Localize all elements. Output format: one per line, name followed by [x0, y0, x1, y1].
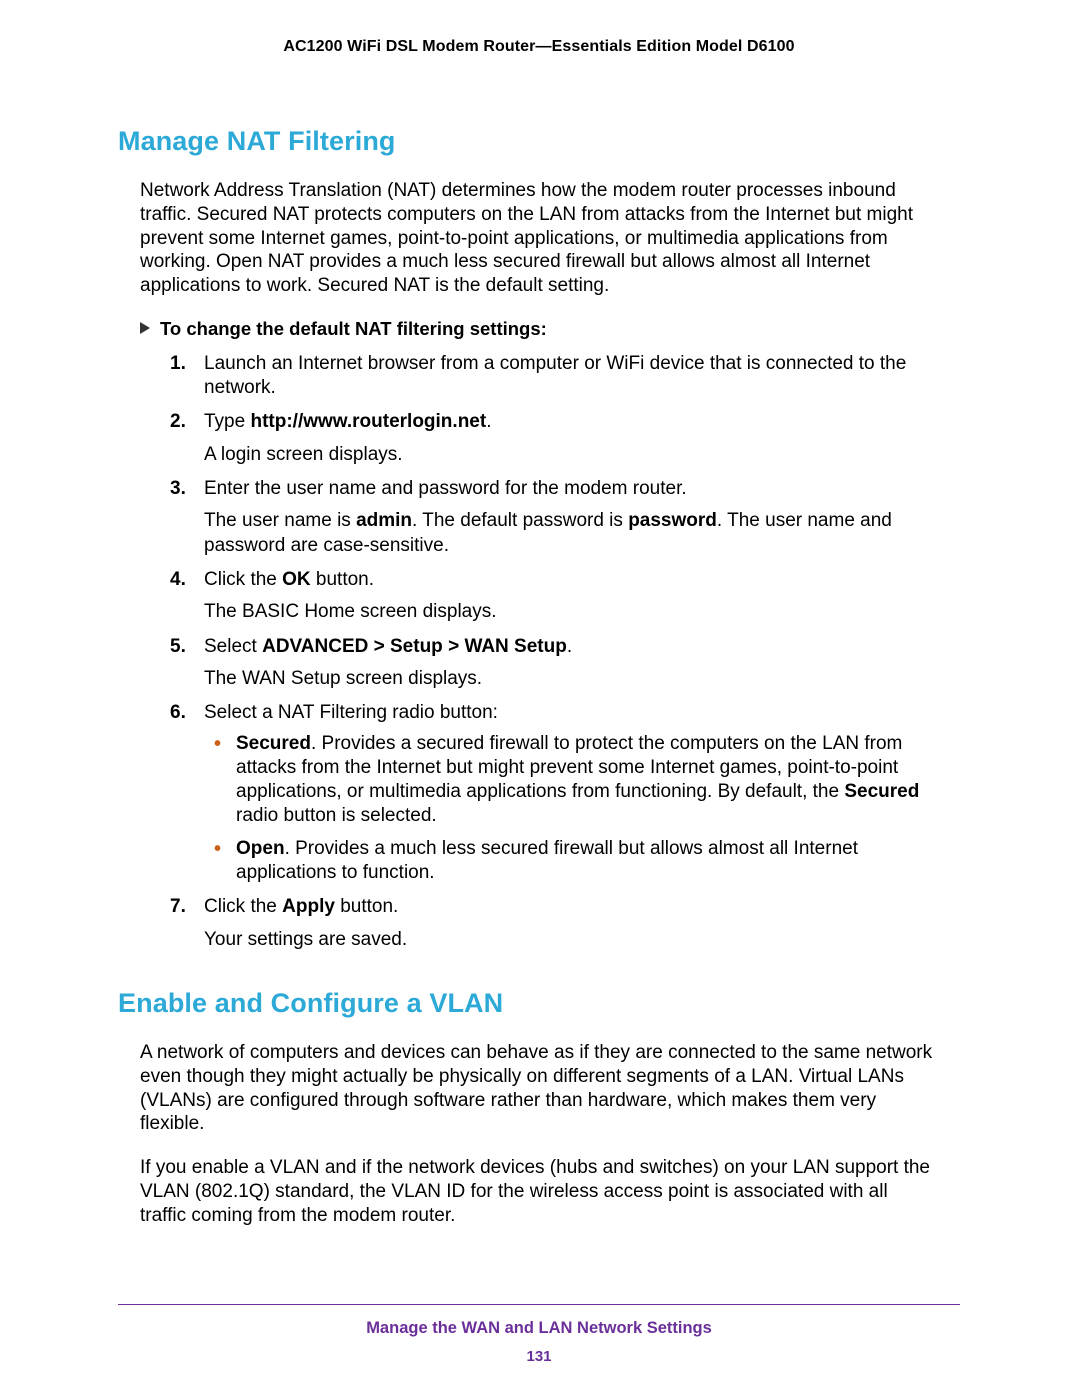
step-result: The user name is admin. The default pass… — [204, 509, 938, 558]
text-bold: password — [628, 510, 717, 531]
intro-paragraph: Network Address Translation (NAT) determ… — [140, 179, 938, 298]
step-3: Enter the user name and password for the… — [170, 477, 938, 558]
text: The user name is — [204, 510, 356, 531]
text: button. — [311, 569, 374, 590]
step-4: Click the OK button. The BASIC Home scre… — [170, 568, 938, 625]
option-text: . Provides a much less secured firewall … — [236, 838, 858, 883]
step-text: Launch an Internet browser from a comput… — [204, 353, 906, 398]
document-header: AC1200 WiFi DSL Modem Router—Essentials … — [118, 38, 960, 56]
text-bold: admin — [356, 510, 412, 531]
step-text: Select a NAT Filtering radio button: — [204, 702, 498, 723]
text: . The default password is — [412, 510, 628, 531]
footer-content: Manage the WAN and LAN Network Settings … — [118, 1319, 960, 1365]
procedure-heading: To change the default NAT filtering sett… — [140, 318, 960, 340]
footer-page-number: 131 — [118, 1348, 960, 1365]
text: Type — [204, 411, 250, 432]
step-text: Click the OK button. — [204, 569, 374, 590]
step-result: The WAN Setup screen displays. — [204, 667, 938, 691]
option-list: Secured. Provides a secured firewall to … — [208, 732, 938, 886]
page-footer: Manage the WAN and LAN Network Settings … — [118, 1304, 960, 1365]
step-text: Click the Apply button. — [204, 896, 398, 917]
footer-chapter-title: Manage the WAN and LAN Network Settings — [118, 1319, 960, 1338]
chevron-right-icon — [140, 322, 150, 334]
text: Click the — [204, 569, 282, 590]
option-open: Open. Provides a much less secured firew… — [208, 837, 938, 886]
url-text: http://www.routerlogin.net — [250, 411, 486, 432]
text-bold: Secured — [844, 781, 919, 802]
step-5: Select ADVANCED > Setup > WAN Setup. The… — [170, 635, 938, 692]
text: Click the — [204, 896, 282, 917]
step-6: Select a NAT Filtering radio button: Sec… — [170, 701, 938, 885]
step-text: Type http://www.routerlogin.net. — [204, 411, 491, 432]
vlan-paragraph-1: A network of computers and devices can b… — [140, 1041, 938, 1136]
step-result: The BASIC Home screen displays. — [204, 600, 938, 624]
option-label: Secured — [236, 733, 311, 754]
step-7: Click the Apply button. Your settings ar… — [170, 895, 938, 952]
option-text: radio button is selected. — [236, 805, 437, 826]
text: . — [486, 411, 491, 432]
section-heading-vlan: Enable and Configure a VLAN — [118, 988, 960, 1019]
option-label: Open — [236, 838, 285, 859]
text: . — [567, 636, 572, 657]
step-result: Your settings are saved. — [204, 928, 938, 952]
document-page: AC1200 WiFi DSL Modem Router—Essentials … — [0, 0, 1080, 1397]
footer-rule — [118, 1304, 960, 1305]
text-bold: Apply — [282, 896, 335, 917]
step-text: Enter the user name and password for the… — [204, 478, 687, 499]
text-bold: OK — [282, 569, 311, 590]
step-1: Launch an Internet browser from a comput… — [170, 352, 938, 401]
text: button. — [335, 896, 398, 917]
procedure-heading-text: To change the default NAT filtering sett… — [160, 318, 547, 339]
option-text: . Provides a secured firewall to protect… — [236, 733, 902, 803]
step-text: Select ADVANCED > Setup > WAN Setup. — [204, 636, 572, 657]
option-secured: Secured. Provides a secured firewall to … — [208, 732, 938, 829]
text-bold: ADVANCED > Setup > WAN Setup — [262, 636, 567, 657]
text: Select — [204, 636, 262, 657]
step-result: A login screen displays. — [204, 443, 938, 467]
vlan-paragraph-2: If you enable a VLAN and if the network … — [140, 1156, 938, 1227]
section-heading-nat: Manage NAT Filtering — [118, 126, 960, 157]
procedure-steps: Launch an Internet browser from a comput… — [170, 352, 938, 952]
step-2: Type http://www.routerlogin.net. A login… — [170, 410, 938, 467]
